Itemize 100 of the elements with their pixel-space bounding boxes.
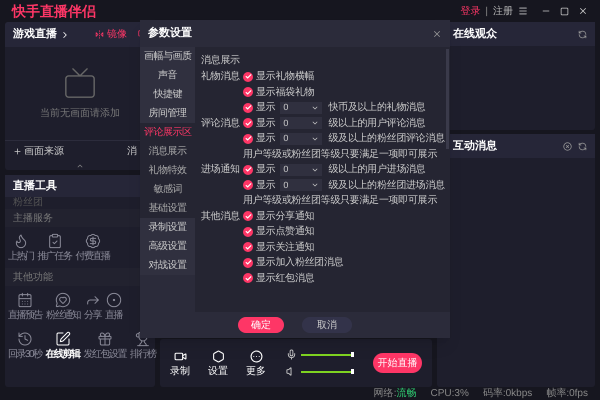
tool-item[interactable]: 付费直播 (76, 233, 110, 262)
slider-thumb[interactable] (351, 352, 354, 357)
option-suffix: 快币及以上的礼物消息 (328, 100, 426, 116)
option-label[interactable]: 显示礼物横幅 (256, 69, 314, 84)
mirror-label[interactable]: 镜像 (107, 27, 127, 42)
checkbox[interactable] (243, 226, 253, 237)
volume-slider[interactable] (301, 368, 355, 374)
control-action[interactable]: 设置 (208, 350, 228, 376)
menu-icon[interactable] (518, 6, 528, 16)
checkbox[interactable] (243, 211, 253, 222)
cancel-button[interactable]: 取消 (302, 317, 352, 333)
group-label: 进场通知 (201, 162, 241, 178)
option-label[interactable]: 显示 (256, 131, 276, 146)
option-label[interactable]: 显示 (256, 116, 276, 131)
checkbox[interactable] (243, 87, 253, 98)
settings-nav-item[interactable]: 画幅与画质 (140, 47, 195, 66)
messages-title: 互动消息 (453, 138, 497, 154)
tool-item[interactable]: 发红包设置 (84, 331, 126, 360)
register-link[interactable]: 注册 (493, 4, 513, 18)
settings-nav-item[interactable]: 快捷键 (140, 85, 195, 104)
add-source-button[interactable]: 画面来源 (24, 144, 64, 159)
level-select[interactable]: 0 (280, 117, 322, 130)
level-select[interactable]: 0 (280, 132, 322, 145)
tool-item[interactable]: 粉丝通知 (46, 292, 80, 321)
refresh-icon[interactable] (578, 142, 587, 150)
level-select[interactable]: 0 (280, 102, 322, 114)
checkbox[interactable] (243, 72, 253, 82)
option-label[interactable]: 显示 (256, 162, 276, 178)
tool-item[interactable]: 直播 (105, 292, 122, 321)
option-label[interactable]: 显示关注通知 (256, 240, 314, 255)
tool-item[interactable]: 直播预告 (8, 292, 42, 321)
option-label[interactable]: 显示分享通知 (256, 208, 314, 224)
option-label[interactable]: 显示加入粉丝团消息 (256, 255, 344, 270)
option-suffix: 级及以上的粉丝团进场消息 (328, 178, 445, 193)
empty-hint: 当前无画面请添加 (40, 106, 120, 121)
level-select[interactable]: 0 (280, 164, 322, 176)
clear-icon[interactable] (563, 142, 572, 150)
settings-nav-item[interactable]: 对战设置 (140, 256, 195, 275)
group-label: 评论消息 (201, 116, 241, 131)
plus-icon (13, 147, 22, 156)
tool-item[interactable]: 分享 (84, 292, 101, 321)
checkbox[interactable] (243, 273, 253, 284)
mirror-icon[interactable] (95, 30, 104, 39)
group-label: 其他消息 (201, 210, 241, 224)
settings-nav-item[interactable]: 录制设置 (140, 218, 195, 237)
action-icon (250, 350, 262, 362)
checkbox[interactable] (243, 164, 253, 175)
control-action[interactable]: 录制 (170, 350, 190, 376)
action-icon (212, 350, 224, 362)
option-label[interactable]: 显示点赞通知 (256, 224, 314, 240)
status-item: 帧率:0fps (546, 388, 588, 398)
group-label: 礼物消息 (201, 70, 241, 84)
status-item: 网络:流畅 (374, 388, 416, 398)
close-icon[interactable] (578, 6, 588, 16)
status-item: CPU:3% (430, 388, 469, 398)
settings-nav-item[interactable]: 房间管理 (140, 104, 195, 123)
maximize-icon[interactable] (560, 6, 569, 16)
start-live-button[interactable]: 开始直播 (373, 353, 422, 373)
tool-item[interactable]: 推广任务 (38, 233, 72, 262)
settings-nav-item[interactable]: 评论展示区 (140, 123, 195, 142)
login-link[interactable]: 登录 (460, 4, 480, 18)
option-suffix: 级以上的用户进场消息 (328, 162, 426, 178)
settings-nav-item[interactable]: 高级设置 (140, 237, 195, 256)
section-heading: 消息展示 (201, 54, 241, 68)
separator: | (485, 4, 488, 18)
checkbox[interactable] (243, 134, 253, 144)
volume-slider[interactable] (301, 352, 355, 358)
tool-item[interactable]: 回录30秒 (8, 331, 42, 360)
option-label[interactable]: 显示福袋礼物 (256, 84, 314, 100)
close-icon[interactable] (432, 28, 442, 38)
option-label[interactable]: 显示红包消息 (256, 270, 314, 286)
scene-title[interactable]: 游戏直播 (13, 26, 57, 43)
checkbox[interactable] (243, 180, 253, 190)
hint-text: 用户等级或粉丝团等级只要满足一项即可展示 (243, 194, 438, 208)
level-select[interactable]: 0 (280, 179, 322, 192)
refresh-icon[interactable] (578, 30, 587, 38)
checkbox[interactable] (243, 102, 253, 113)
checkbox[interactable] (243, 242, 253, 252)
section-title: 主播服务 (13, 212, 53, 226)
section-title: 其他功能 (13, 270, 53, 284)
tool-item[interactable]: 在线剪辑 (46, 331, 80, 360)
settings-nav-item[interactable]: 敏感词 (140, 180, 195, 199)
status-item: 码率:0kbps (482, 388, 532, 398)
settings-nav-item[interactable]: 消息展示 (140, 142, 195, 161)
settings-nav-item[interactable]: 声音 (140, 66, 195, 85)
option-label[interactable]: 显示 (256, 178, 276, 193)
confirm-button[interactable]: 确定 (238, 317, 284, 333)
settings-nav-item[interactable]: 基础设置 (140, 199, 195, 218)
checkbox[interactable] (243, 258, 253, 268)
checkbox[interactable] (243, 118, 253, 128)
mic-icon (286, 349, 297, 360)
side-tab[interactable]: 消 (127, 144, 137, 159)
tool-item[interactable]: 上热门 (8, 233, 34, 262)
control-action[interactable]: 更多 (246, 350, 266, 376)
settings-nav-item[interactable]: 礼物特效 (140, 161, 195, 180)
tools-title: 直播工具 (13, 178, 57, 194)
collapse-icon[interactable] (76, 162, 84, 170)
slider-thumb[interactable] (351, 369, 354, 374)
hint-text: 用户等级或粉丝团等级只要满足一项即可展示 (243, 148, 438, 162)
option-label[interactable]: 显示 (256, 100, 276, 116)
